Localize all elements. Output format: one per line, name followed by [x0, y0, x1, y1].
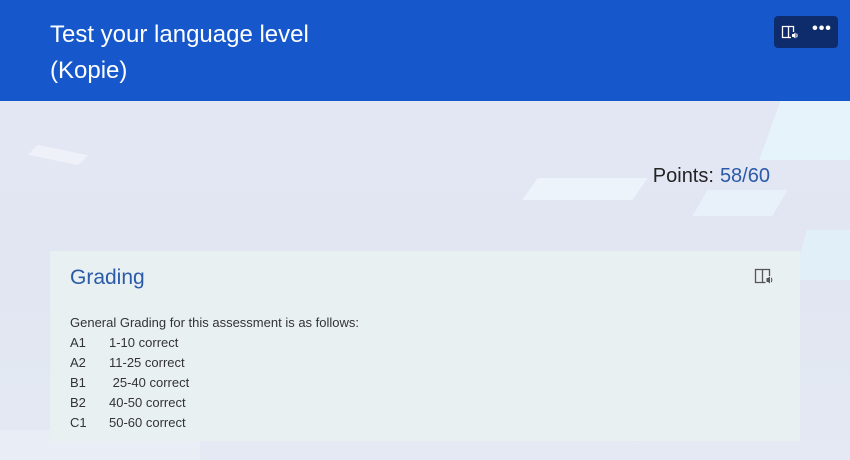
section-description: General Grading for this assessment is a… — [70, 313, 770, 433]
grade-row: B1 25-40 correct — [70, 373, 770, 393]
more-options-icon: ••• — [812, 20, 832, 37]
immersive-reader-button[interactable] — [774, 16, 806, 48]
grading-section: Grading General Grading for this assessm… — [50, 251, 800, 441]
section-title: Grading — [70, 266, 145, 289]
score-label: Points: — [652, 165, 714, 187]
header-toolbar: ••• — [774, 16, 838, 48]
grade-row: B2 40-50 correct — [70, 393, 770, 413]
grade-level: A2 — [70, 355, 86, 370]
score-value: 58/60 — [719, 165, 770, 187]
grade-level: A1 — [70, 335, 86, 350]
form-header: Test your language level (Kopie) ••• — [0, 0, 850, 101]
background-shard — [793, 230, 850, 280]
grade-level: C1 — [70, 415, 87, 430]
immersive-reader-icon — [754, 268, 773, 284]
grade-range: 40-50 correct — [109, 395, 186, 410]
background-shard — [692, 190, 788, 216]
score-summary: Points: 58/60 — [600, 163, 770, 189]
form-title: Test your language level (Kopie) — [50, 17, 410, 89]
form-title-line-1: Test your language level — [50, 21, 309, 48]
section-immersive-reader-button[interactable] — [753, 266, 775, 286]
background-shard — [759, 100, 850, 160]
background-shard — [27, 144, 89, 166]
grade-range: 11-25 correct — [109, 355, 185, 370]
grade-level: B2 — [70, 395, 86, 410]
grade-range: 25-40 correct — [109, 375, 190, 390]
grade-row: A1 1-10 correct — [70, 333, 770, 353]
grade-level: B1 — [70, 375, 86, 390]
grading-intro: General Grading for this assessment is a… — [70, 315, 360, 330]
grade-row: C1 50-60 correct — [70, 413, 770, 433]
grade-row: A2 11-25 correct — [70, 353, 770, 373]
form-title-line-2: (Kopie) — [50, 57, 128, 84]
grade-range: 50-60 correct — [109, 415, 186, 430]
grade-range: 1-10 correct — [109, 335, 179, 350]
more-options-button[interactable]: ••• — [806, 16, 838, 48]
immersive-reader-icon — [781, 25, 798, 39]
